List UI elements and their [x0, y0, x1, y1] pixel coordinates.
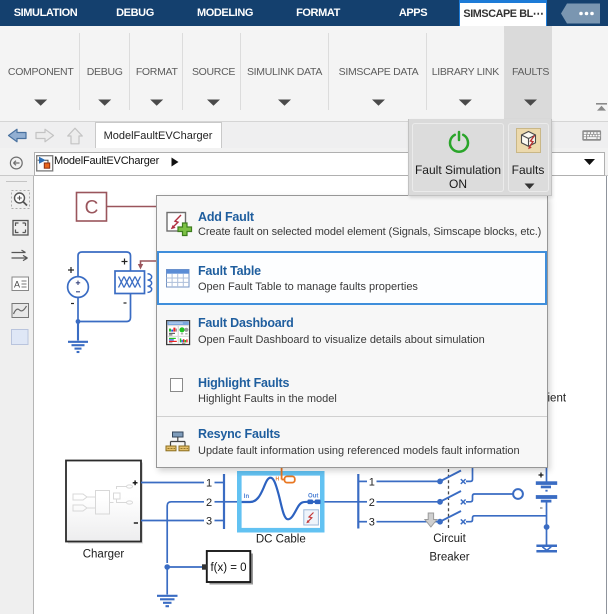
svg-text:Out: Out — [308, 493, 318, 499]
svg-text:1: 1 — [206, 478, 212, 490]
svg-text:Circuit: Circuit — [433, 533, 466, 545]
svg-text:DC Cable: DC Cable — [256, 534, 306, 546]
svg-text:Charger: Charger — [83, 549, 125, 561]
svg-text:C: C — [85, 198, 99, 219]
svg-text:ient: ient — [548, 393, 567, 405]
svg-text:2: 2 — [206, 497, 212, 509]
svg-text:2: 2 — [369, 497, 375, 509]
svg-text:3: 3 — [369, 517, 375, 529]
svg-text:f(x) = 0: f(x) = 0 — [210, 562, 246, 574]
svg-text:1: 1 — [369, 476, 375, 488]
svg-text:A: A — [14, 280, 20, 290]
svg-text:In: In — [244, 494, 250, 500]
svg-text:3: 3 — [206, 516, 212, 528]
svg-text:H: H — [276, 477, 280, 483]
svg-text:Breaker: Breaker — [429, 552, 469, 564]
